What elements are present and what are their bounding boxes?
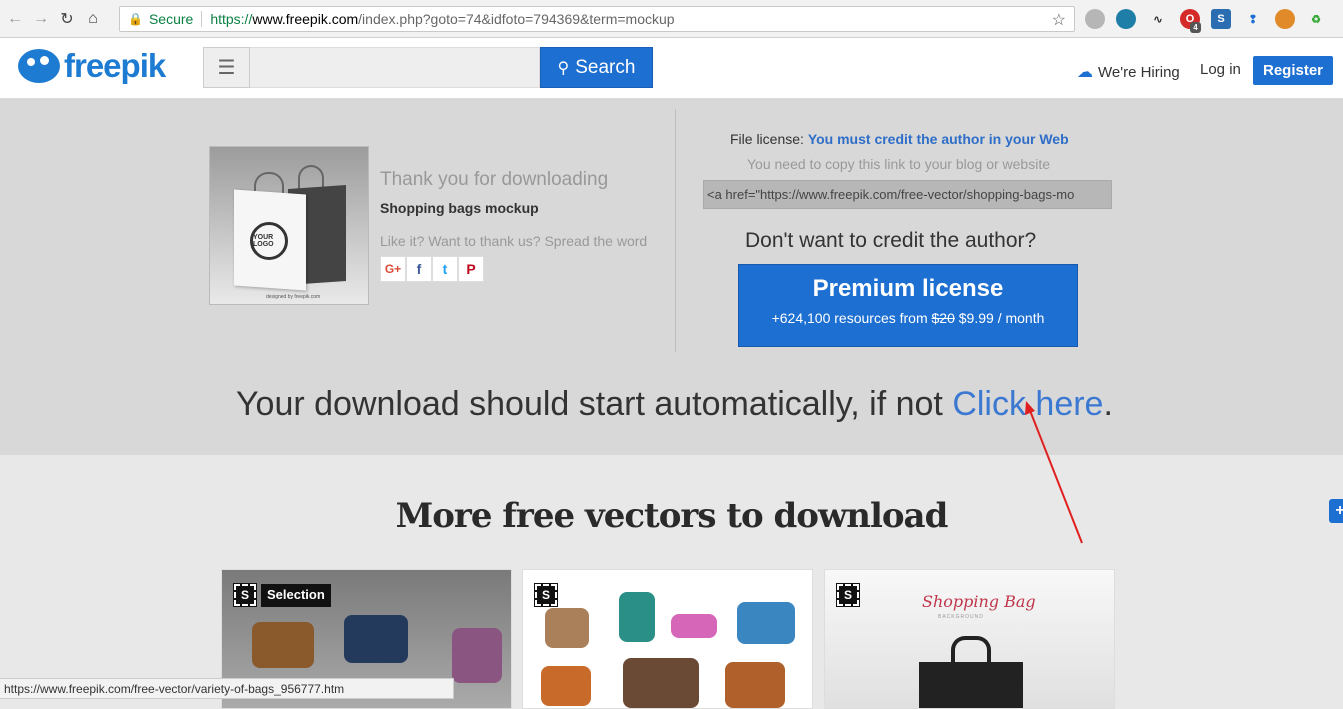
black-bag-image xyxy=(919,662,1023,708)
license-link[interactable]: You must credit the author in your Web xyxy=(808,131,1069,147)
back-icon[interactable]: ← xyxy=(4,8,26,30)
share-buttons: G+ f t P xyxy=(380,256,484,282)
extension-icon-recycle[interactable]: ♻ xyxy=(1306,9,1326,29)
bag-illustration xyxy=(619,592,655,642)
logo-text: freepik xyxy=(64,47,166,84)
copy-link-hint: You need to copy this link to your blog … xyxy=(747,156,1051,172)
bookmark-star-icon[interactable]: ☆ xyxy=(1052,10,1066,30)
twitter-share-button[interactable]: t xyxy=(432,256,458,282)
url-host: www.freepik.com xyxy=(252,11,359,27)
premium-new-price: $9.99 / month xyxy=(954,310,1045,326)
more-vectors-heading: More free vectors to download xyxy=(395,496,949,536)
license-prefix: File license: xyxy=(730,131,808,147)
thumbnail-credit: designed by freepik.com xyxy=(266,294,321,300)
bag-illustration xyxy=(252,622,314,668)
premium-pricing: +624,100 resources from $20 $9.99 / mont… xyxy=(739,310,1077,326)
bag-illustration xyxy=(737,602,795,644)
resource-name: Shopping bags mockup xyxy=(380,200,539,216)
search-button-label: Search xyxy=(575,56,636,78)
premium-license-button[interactable]: Premium license +624,100 resources from … xyxy=(738,264,1078,347)
site-header: freepik ☰ ⚲ Search ☁ We're Hiring Log in… xyxy=(0,38,1343,99)
search-icon: ⚲ xyxy=(557,59,570,77)
bag-illustration xyxy=(545,608,589,648)
bag-illustration xyxy=(725,662,785,708)
url-path: /index.php?goto=74&idfoto=794369&term=mo… xyxy=(358,11,675,27)
hiring-link[interactable]: ☁ We're Hiring xyxy=(1077,62,1180,82)
bag-illustration xyxy=(671,614,717,638)
url-scheme: https:// xyxy=(210,11,253,27)
extension-icon-7[interactable] xyxy=(1275,9,1295,29)
freepik-logo-icon xyxy=(18,49,60,83)
selection-s-icon: S xyxy=(233,583,257,607)
attribution-link-field[interactable]: <a href="https://www.freepik.com/free-ve… xyxy=(703,180,1112,209)
hamburger-icon: ☰ xyxy=(217,57,236,79)
hiring-label: We're Hiring xyxy=(1098,63,1180,81)
extension-icon-1[interactable] xyxy=(1085,9,1105,29)
premium-prefix: +624,100 resources from xyxy=(771,310,932,326)
extension-icon-2[interactable] xyxy=(1116,9,1136,29)
register-button[interactable]: Register xyxy=(1253,56,1333,85)
search-button[interactable]: ⚲ Search xyxy=(540,47,653,88)
extension-icon-5[interactable]: S xyxy=(1211,9,1231,29)
file-license: File license: You must credit the author… xyxy=(730,131,1069,147)
status-bar-url: https://www.freepik.com/free-vector/vari… xyxy=(0,678,454,699)
secure-label: Secure xyxy=(148,11,194,27)
premium-old-price: $20 xyxy=(931,310,955,326)
download-panel: YOUR LOGO designed by freepik.com Thank … xyxy=(0,99,1343,455)
extension-icon-3[interactable]: ∿ xyxy=(1148,9,1168,29)
search-input[interactable] xyxy=(250,47,540,88)
premium-title: Premium license xyxy=(812,275,1004,302)
pinterest-share-button[interactable]: P xyxy=(458,256,484,282)
selection-badge: Selection xyxy=(261,584,331,607)
cloud-upload-icon: ☁ xyxy=(1077,64,1093,81)
thank-you-text: Thank you for downloading xyxy=(380,169,609,190)
selection-s-icon: S xyxy=(534,583,558,607)
auto-download-message: Your download should start automatically… xyxy=(236,385,1113,424)
bag-illustration xyxy=(541,666,591,706)
plus-icon[interactable]: + xyxy=(1329,499,1343,523)
bag-handle xyxy=(951,636,991,662)
resource-thumbnail[interactable]: YOUR LOGO designed by freepik.com xyxy=(209,146,369,305)
vector-card[interactable]: Shopping Bag BACKGROUND S xyxy=(824,569,1115,709)
vector-card[interactable]: S xyxy=(522,569,813,709)
bag-logo-mark: YOUR LOGO xyxy=(250,222,288,260)
login-link[interactable]: Log in xyxy=(1200,61,1241,78)
card-subtitle-text: BACKGROUND xyxy=(938,614,984,620)
facebook-share-button[interactable]: f xyxy=(406,256,432,282)
dont-credit-heading: Don't want to credit the author? xyxy=(745,229,1037,252)
reload-icon[interactable]: ↻ xyxy=(56,8,78,30)
card-title-text: Shopping Bag xyxy=(922,592,1036,611)
extension-badge: 4 xyxy=(1190,22,1201,33)
address-separator xyxy=(201,11,203,27)
browser-toolbar: ← → ↻ ⌂ 🔒 Secure https://www.freepik.com… xyxy=(0,0,1343,38)
freepik-logo[interactable]: freepik xyxy=(18,47,166,85)
address-bar[interactable]: 🔒 Secure https://www.freepik.com/index.p… xyxy=(119,6,1075,32)
forward-icon[interactable]: → xyxy=(30,8,52,30)
bag-illustration xyxy=(623,658,699,708)
lock-icon: 🔒 xyxy=(128,12,143,26)
click-here-link[interactable]: Click here xyxy=(952,385,1103,423)
auto-download-end: . xyxy=(1103,385,1113,423)
extension-icon-6[interactable]: ❢ xyxy=(1243,9,1263,29)
auto-download-text: Your download should start automatically… xyxy=(236,385,953,423)
selection-s-icon: S xyxy=(836,583,860,607)
bag-illustration xyxy=(452,628,502,683)
home-icon[interactable]: ⌂ xyxy=(82,8,104,30)
spread-word-text: Like it? Want to thank us? Spread the wo… xyxy=(380,233,648,249)
bag-illustration xyxy=(344,615,408,663)
vertical-divider xyxy=(675,109,676,352)
menu-button[interactable]: ☰ xyxy=(203,47,250,88)
google-plus-share-button[interactable]: G+ xyxy=(380,256,406,282)
